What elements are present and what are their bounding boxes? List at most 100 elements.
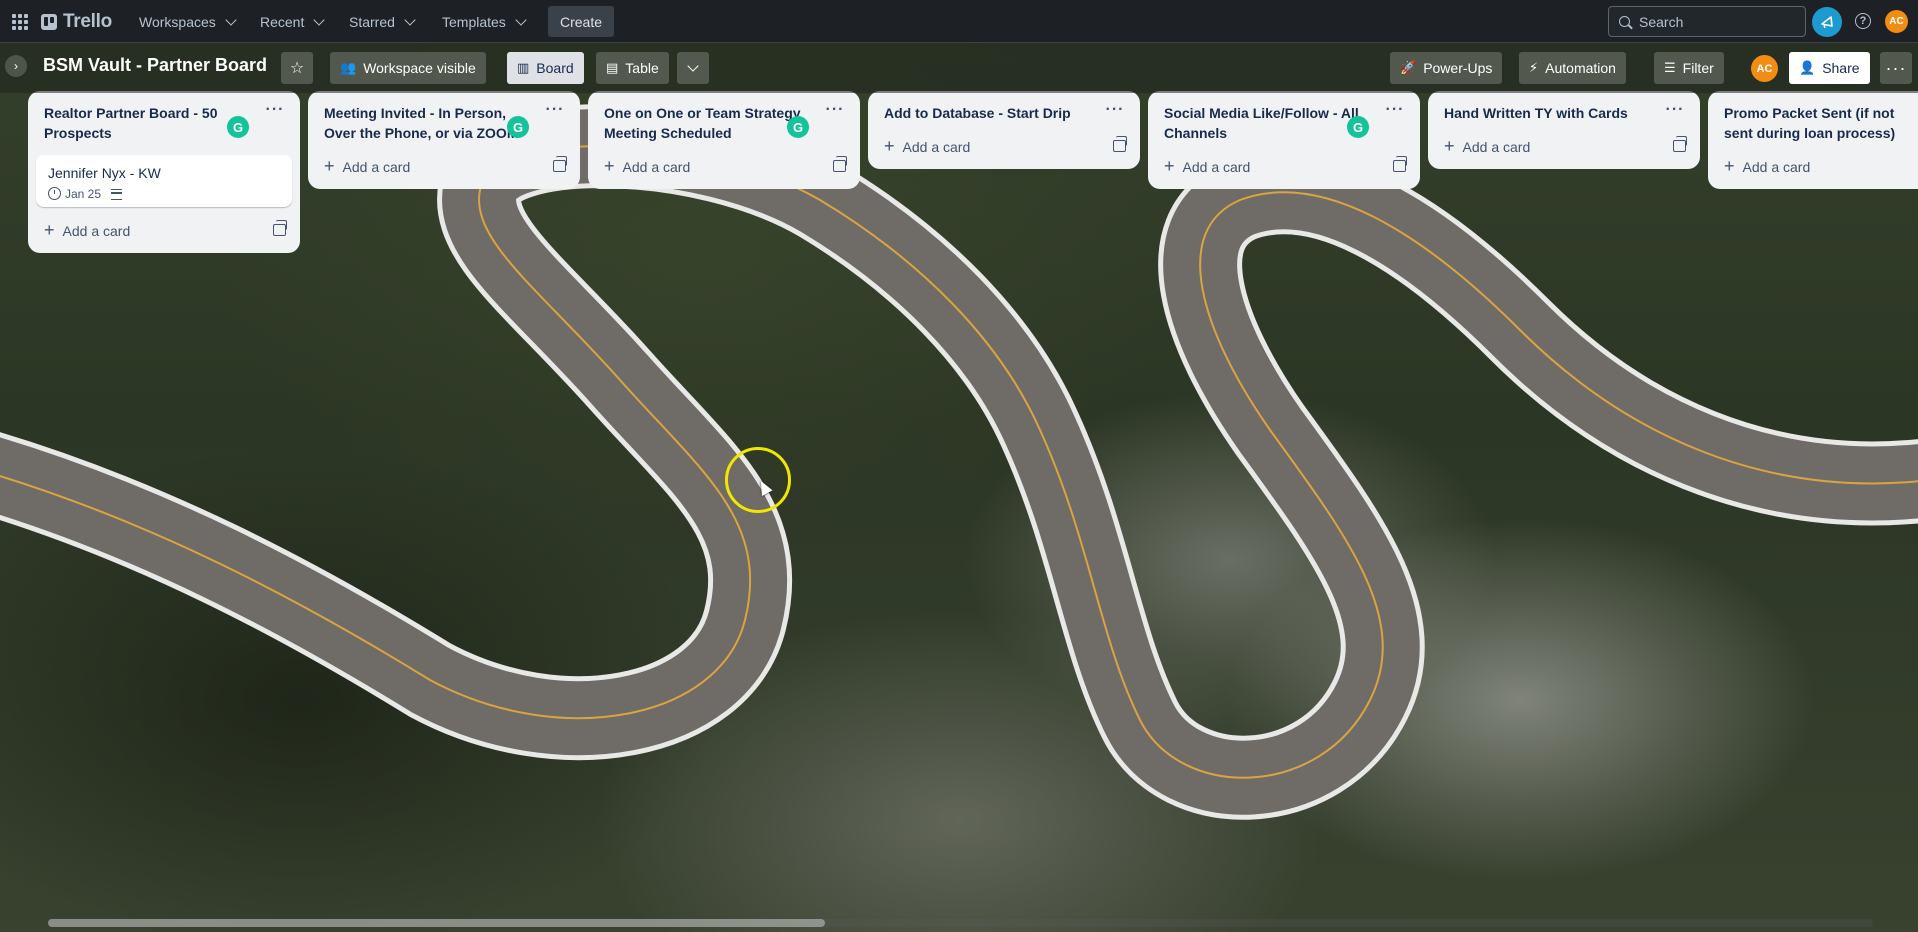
chevron-down-icon: [687, 60, 699, 72]
help-icon[interactable]: ?: [1855, 13, 1871, 29]
board-header: › BSM Vault - Partner Board ☆ 👥 Workspac…: [0, 43, 1918, 93]
add-card-label: Add a card: [342, 159, 411, 175]
filter-button[interactable]: ☰ Filter: [1654, 52, 1724, 84]
logo-text: Trello: [63, 11, 112, 32]
create-from-template-icon[interactable]: [1673, 136, 1687, 152]
list-title[interactable]: Add to Database - Start Drip: [884, 103, 1094, 123]
list-hand-written-ty: Hand Written TY with Cards ··· + Add a ca…: [1428, 91, 1700, 169]
notifications-button[interactable]: [1812, 7, 1842, 37]
plus-icon: +: [604, 156, 615, 176]
list-promo-packet: Promo Packet Sent (if not sent during lo…: [1708, 91, 1918, 189]
add-card-button[interactable]: + Add a card: [316, 151, 572, 181]
list-actions-icon[interactable]: ···: [1662, 97, 1688, 123]
trello-logo[interactable]: Trello: [41, 11, 112, 33]
apps-grid-icon[interactable]: [12, 14, 28, 30]
user-avatar[interactable]: AC: [1885, 10, 1908, 33]
search-placeholder: Search: [1639, 13, 1684, 30]
add-card-button[interactable]: + Add a card: [1436, 131, 1692, 161]
list-header[interactable]: Meeting Invited - In Person, Over the Ph…: [316, 91, 572, 151]
list-header[interactable]: Realtor Partner Board - 50 Prospects ···: [36, 91, 292, 151]
grammarly-icon[interactable]: G: [1347, 116, 1369, 138]
card-badges: Jan 25: [48, 187, 280, 201]
list-title[interactable]: Promo Packet Sent (if not sent during lo…: [1724, 103, 1902, 143]
add-card-label: Add a card: [902, 139, 971, 155]
sidebar-expand-icon[interactable]: ›: [5, 55, 27, 77]
power-ups-button[interactable]: 🚀 Power-Ups: [1390, 52, 1503, 84]
create-from-template-icon[interactable]: [833, 156, 847, 172]
starred-menu[interactable]: Starred: [339, 6, 424, 38]
filter-icon: ☰: [1664, 60, 1676, 75]
create-from-template-icon[interactable]: [1113, 136, 1127, 152]
clock-icon: [48, 187, 61, 200]
list-header[interactable]: One on One or Team Strategy Meeting Sche…: [596, 91, 852, 151]
add-person-icon: 👤: [1799, 60, 1816, 75]
grammarly-icon[interactable]: G: [787, 116, 809, 138]
list-header[interactable]: Social Media Like/Follow - All Channels …: [1156, 91, 1412, 151]
share-label: Share: [1822, 60, 1860, 76]
add-card-button[interactable]: + Add a card: [36, 215, 292, 245]
megaphone-icon: [1821, 16, 1833, 29]
card[interactable]: Jennifer Nyx - KW Jan 25: [36, 155, 292, 207]
share-button[interactable]: 👤 Share: [1789, 52, 1870, 84]
lightning-icon: ⚡: [1529, 60, 1539, 75]
chevron-down-icon: [404, 14, 416, 26]
due-date-badge[interactable]: Jan 25: [48, 187, 101, 201]
add-card-label: Add a card: [622, 159, 691, 175]
workspaces-menu[interactable]: Workspaces: [129, 6, 245, 38]
due-date-label: Jan 25: [65, 187, 102, 201]
card-title: Jennifer Nyx - KW: [48, 165, 161, 181]
list-title[interactable]: One on One or Team Strategy Meeting Sche…: [604, 103, 814, 143]
create-from-template-icon[interactable]: [273, 220, 287, 236]
cursor-highlight-ring: [725, 447, 791, 513]
grammarly-icon[interactable]: G: [507, 116, 529, 138]
list-header[interactable]: Hand Written TY with Cards ···: [1436, 91, 1692, 131]
trello-logo-icon: [41, 14, 57, 30]
list-meeting-invited: Meeting Invited - In Person, Over the Ph…: [308, 91, 580, 189]
automation-button[interactable]: ⚡ Automation: [1519, 52, 1626, 84]
templates-menu[interactable]: Templates: [432, 6, 535, 38]
add-card-label: Add a card: [1742, 159, 1811, 175]
list-realtor-partner-board: Realtor Partner Board - 50 Prospects ···…: [28, 91, 300, 253]
add-card-button[interactable]: + Add a card: [1156, 151, 1412, 181]
list-actions-icon[interactable]: ···: [1382, 97, 1408, 123]
plus-icon: +: [44, 220, 55, 240]
add-card-button[interactable]: + Add a card: [596, 151, 852, 181]
grammarly-icon[interactable]: G: [227, 116, 249, 138]
table-view-tab[interactable]: ▤ Table: [596, 52, 669, 84]
recent-menu[interactable]: Recent: [250, 6, 333, 38]
board-title[interactable]: BSM Vault - Partner Board: [43, 55, 267, 76]
list-header[interactable]: Add to Database - Start Drip ···: [876, 91, 1132, 131]
list-title[interactable]: Realtor Partner Board - 50 Prospects: [44, 103, 254, 143]
create-from-template-icon[interactable]: [1393, 156, 1407, 172]
search-input[interactable]: Search: [1608, 6, 1806, 37]
list-header[interactable]: Promo Packet Sent (if not sent during lo…: [1716, 91, 1910, 151]
list-actions-icon[interactable]: ···: [822, 97, 848, 123]
rocket-icon: 🚀: [1400, 60, 1417, 75]
visibility-label: Workspace visible: [363, 60, 476, 76]
list-title[interactable]: Meeting Invited - In Person, Over the Ph…: [324, 103, 534, 143]
board-menu-icon[interactable]: ···: [1880, 52, 1912, 84]
create-button[interactable]: Create: [548, 6, 615, 37]
plus-icon: +: [324, 156, 335, 176]
chevron-down-icon: [515, 14, 527, 26]
add-card-button[interactable]: + Add a card: [1716, 151, 1910, 181]
board-view-label: Board: [536, 60, 574, 76]
add-card-button[interactable]: + Add a card: [876, 131, 1132, 161]
list-actions-icon[interactable]: ···: [1102, 97, 1128, 123]
plus-icon: +: [1164, 156, 1175, 176]
list-add-to-database: Add to Database - Start Drip ··· + Add a …: [868, 91, 1140, 169]
create-from-template-icon[interactable]: [553, 156, 567, 172]
list-actions-icon[interactable]: ···: [542, 97, 568, 123]
list-actions-icon[interactable]: ···: [262, 97, 288, 123]
table-view-label: Table: [625, 60, 659, 76]
recent-menu-label: Recent: [260, 14, 305, 30]
add-card-label: Add a card: [1182, 159, 1251, 175]
list-title[interactable]: Social Media Like/Follow - All Channels: [1164, 103, 1374, 143]
board-member-avatar[interactable]: AC: [1751, 55, 1778, 82]
star-board-button[interactable]: ☆: [281, 52, 313, 84]
board-view-tab[interactable]: ▥ Board: [507, 52, 584, 84]
more-views-button[interactable]: [677, 52, 709, 84]
list-title[interactable]: Hand Written TY with Cards: [1444, 103, 1654, 123]
horizontal-scrollbar-thumb[interactable]: [48, 919, 825, 927]
workspace-visible-button[interactable]: 👥 Workspace visible: [330, 52, 486, 84]
